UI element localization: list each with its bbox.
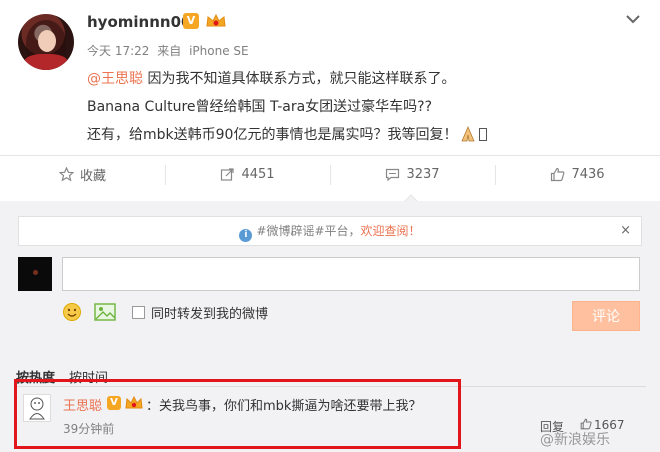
post-text-line-2: Banana Culture曾经给韩国 T-ara女团送过豪华车吗?? [87,99,433,115]
post-action-bar: 收藏 4451 3237 7436 [0,155,660,193]
comment-button[interactable]: 3237 [330,156,495,193]
pray-icon [461,126,476,142]
close-icon[interactable]: × [620,217,631,245]
comment-tools: 同时转发到我的微博 [62,301,268,323]
author-avatar[interactable] [18,14,74,70]
submit-comment-button[interactable]: 评论 [572,301,640,331]
weibo-post: hyominnn00 V 今天 17:22 来自 iPhone SE @王思聪 … [0,0,660,150]
post-text-3: 还有，给mbk送韩币90亿元的事情也是属实吗？我等回复！ [87,127,458,143]
rumor-welcome[interactable]: 欢迎查阅！ [361,224,421,238]
star-icon [58,167,74,182]
comment-panel: i #微博辟谣#平台，欢迎查阅！ × 同时转发到我的微博 评论 按热度 按时间 王… [0,201,660,452]
rumor-notice: i #微博辟谣#平台，欢迎查阅！ × [18,216,642,246]
author-username[interactable]: hyominnn00 [87,13,191,31]
image-icon[interactable] [94,303,116,321]
mention-link[interactable]: @王思聪 [87,71,143,87]
comment-icon [386,168,400,182]
sync-label: 同时转发到我的微博 [151,306,269,322]
comment-count: 3237 [406,167,440,182]
like-button[interactable]: 7436 [495,156,660,193]
sync-checkbox[interactable] [132,305,145,319]
chevron-down-icon[interactable] [624,10,642,28]
info-icon: i [239,229,253,242]
crown-icon [206,13,226,27]
post-text-line-3: 还有，给mbk送韩币90亿元的事情也是属实吗？我等回复！ [87,124,488,144]
comment-input[interactable] [62,257,640,291]
my-avatar [18,257,52,291]
favorite-button[interactable]: 收藏 [0,156,165,193]
post-time[interactable]: 今天 17:22 [87,44,149,58]
like-count: 7436 [571,167,605,182]
verified-badge: V [183,13,199,29]
emoji-icon[interactable] [62,302,82,322]
repost-icon [221,168,235,181]
source-prefix: 来自 [157,44,182,58]
highlight-box [14,379,461,449]
post-meta: 今天 17:22 来自 iPhone SE [87,42,253,59]
favorite-label: 收藏 [79,169,106,184]
post-source[interactable]: iPhone SE [189,44,249,58]
rumor-hashtag[interactable]: #微博辟谣#平台， [256,224,360,238]
watermark: @新浪娱乐 [540,432,610,448]
repost-button[interactable]: 4451 [165,156,330,193]
post-text-line-1: @王思聪 因为我不知道具体联系方式，就只能这样联系了。 [87,68,455,88]
post-text-1: 因为我不知道具体联系方式，就只能这样联系了。 [143,71,456,87]
missing-glyph-icon [479,128,488,141]
repost-count: 4451 [241,167,275,182]
thumbs-up-icon [551,167,565,182]
